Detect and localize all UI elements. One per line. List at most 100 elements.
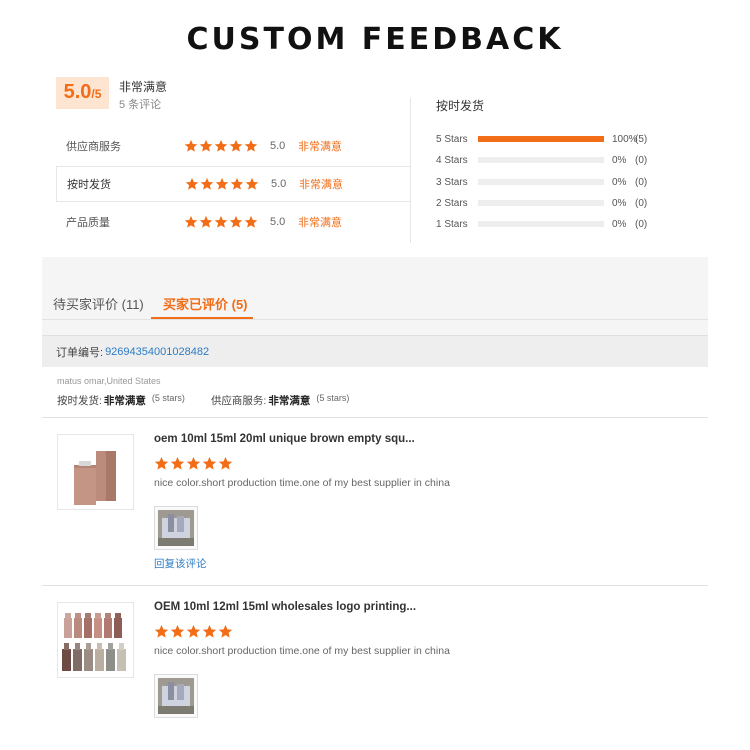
distribution-percent: 0% (612, 218, 627, 230)
distribution-label: 5 Stars (436, 133, 468, 145)
star-icon (214, 215, 228, 228)
distribution-percent: 0% (612, 197, 627, 209)
buyer-rating-label: 供应商服务: (210, 395, 267, 407)
rating-row-score: 5.0 (270, 216, 286, 228)
rating-row-label: 供应商服务 (66, 141, 121, 153)
score-max: /5 (91, 87, 102, 101)
star-icon (170, 624, 185, 638)
rating-row-text: 非常满意 (299, 179, 343, 191)
star-icon (214, 139, 228, 152)
order-number-link[interactable]: 92694354001028482 (105, 346, 209, 358)
tab-pending-review[interactable]: 待买家评价 (11) (53, 294, 144, 313)
rating-row-product-quality[interactable]: 产品质量 5.0 非常满意 (56, 204, 410, 240)
item-star-rating (154, 624, 233, 639)
rating-row-supplier-service[interactable]: 供应商服务 5.0 非常满意 (56, 128, 410, 164)
star-icon (185, 177, 199, 190)
nail-polish-bottles-image (62, 613, 126, 671)
rating-row-score: 5.0 (271, 178, 287, 190)
reply-review-link[interactable]: 回复该评论 (154, 556, 207, 571)
star-icon (215, 177, 229, 190)
distribution-label: 1 Stars (436, 218, 468, 230)
rating-row-text: 非常满意 (298, 141, 342, 153)
distribution-label: 4 Stars (436, 154, 468, 166)
distribution-count: (0) (635, 176, 648, 188)
product-title-link[interactable]: OEM 10ml 12ml 15ml wholesales logo print… (154, 601, 416, 613)
distribution-row-4: 4 Stars 0% (0) (436, 153, 676, 167)
distribution-label: 2 Stars (436, 197, 468, 209)
review-photo-image (158, 510, 194, 546)
active-tab-indicator (151, 317, 253, 319)
review-comment: nice color.short production time.one of … (154, 645, 450, 657)
rating-row-label: 按时发货 (67, 179, 111, 191)
star-icon (199, 139, 213, 152)
brown-bottle-image (74, 451, 116, 505)
star-icon (184, 215, 198, 228)
star-icon (200, 177, 214, 190)
overall-score-badge: 5.0/5 (56, 77, 109, 109)
star-icon (184, 139, 198, 152)
page-title: CUSTOM FEEDBACK (186, 22, 564, 57)
star-icon (154, 624, 169, 638)
star-icon (244, 139, 258, 152)
buyer-rating-value: 非常满意 (103, 395, 146, 407)
review-count: 5 条评论 (119, 99, 162, 111)
distribution-row-3: 3 Stars 0% (0) (436, 175, 676, 189)
distribution-row-2: 2 Stars 0% (0) (436, 196, 676, 210)
buyer-rating-label: 按时发货: (57, 395, 102, 407)
distribution-bar (478, 221, 604, 227)
tab-reviewed[interactable]: 买家已评价 (5) (163, 294, 248, 313)
product-thumbnail[interactable] (57, 602, 134, 678)
star-icon (170, 456, 185, 470)
distribution-bar (478, 200, 604, 206)
distribution-count: (0) (635, 154, 648, 166)
star-icon (218, 456, 233, 470)
rating-row-score: 5.0 (270, 140, 286, 152)
star-icon (230, 177, 244, 190)
distribution-bar-fill (478, 136, 604, 142)
star-rating (184, 215, 270, 229)
item-divider (42, 585, 708, 586)
distribution-bar (478, 136, 604, 142)
order-bar: 订单编号: 92694354001028482 (42, 335, 708, 367)
distribution-bar (478, 157, 604, 163)
distribution-row-1: 1 Stars 0% (0) (436, 217, 676, 231)
star-rating (185, 177, 271, 191)
review-photo-image (158, 678, 194, 714)
star-icon (218, 624, 233, 638)
rating-row-label: 产品质量 (66, 217, 110, 229)
distribution-percent: 0% (612, 154, 627, 166)
star-icon (229, 215, 243, 228)
star-icon (186, 456, 201, 470)
star-icon (202, 624, 217, 638)
distribution-title: 按时发货 (436, 99, 485, 113)
tabs-divider (42, 319, 708, 320)
distribution-percent: 0% (612, 176, 627, 188)
section-divider (42, 417, 708, 418)
distribution-count: (0) (635, 197, 648, 209)
star-icon (229, 139, 243, 152)
star-icon (244, 215, 258, 228)
review-photo[interactable] (154, 506, 198, 550)
buyer-name: matus omar,United States (57, 376, 161, 386)
star-rating (184, 139, 270, 153)
distribution-count: (5) (635, 133, 648, 145)
review-photo[interactable] (154, 674, 198, 718)
star-icon (154, 456, 169, 470)
distribution-percent: 100% (612, 133, 638, 145)
distribution-row-5: 5 Stars 100% (5) (436, 132, 676, 146)
star-icon (199, 215, 213, 228)
rating-row-on-time-delivery[interactable]: 按时发货 5.0 非常满意 (56, 166, 410, 202)
rating-row-text: 非常满意 (298, 217, 342, 229)
buyer-rating-value: 非常满意 (268, 395, 311, 407)
order-label: 订单编号: (56, 346, 104, 359)
summary-divider (410, 98, 411, 243)
buyer-ratings: 按时发货: 非常满意 (5 stars) 供应商服务: 非常满意 (5 star… (57, 393, 349, 408)
item-star-rating (154, 456, 233, 471)
product-thumbnail[interactable] (57, 434, 134, 510)
overall-rating-label: 非常满意 (119, 80, 168, 94)
product-title-link[interactable]: oem 10ml 15ml 20ml unique brown empty sq… (154, 433, 415, 445)
overall-score: 5.0 (63, 81, 92, 103)
buyer-rating-stars: (5 stars) (151, 393, 185, 403)
distribution-count: (0) (635, 218, 648, 230)
star-icon (202, 456, 217, 470)
